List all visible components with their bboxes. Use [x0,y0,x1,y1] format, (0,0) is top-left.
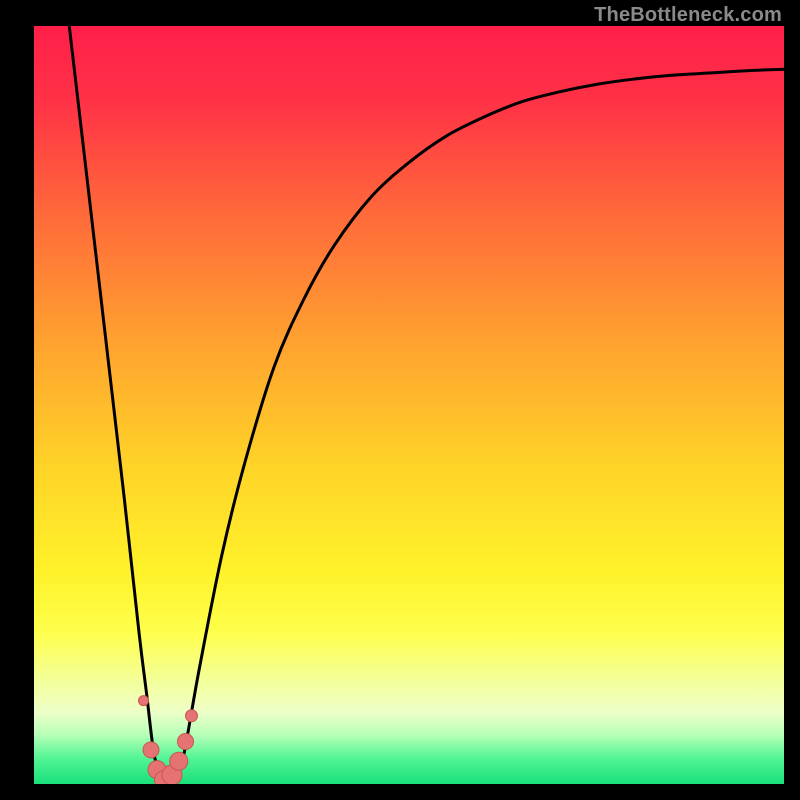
marker-dot [139,696,149,706]
marker-dot [170,752,188,770]
chart-frame: TheBottleneck.com [0,0,800,800]
marker-dot [186,710,198,722]
marker-dot [143,742,159,758]
marker-dot [178,734,194,750]
curve-layer [34,26,784,784]
watermark-text: TheBottleneck.com [594,4,782,27]
bottleneck-curve [69,26,784,780]
plot-area [34,26,784,784]
